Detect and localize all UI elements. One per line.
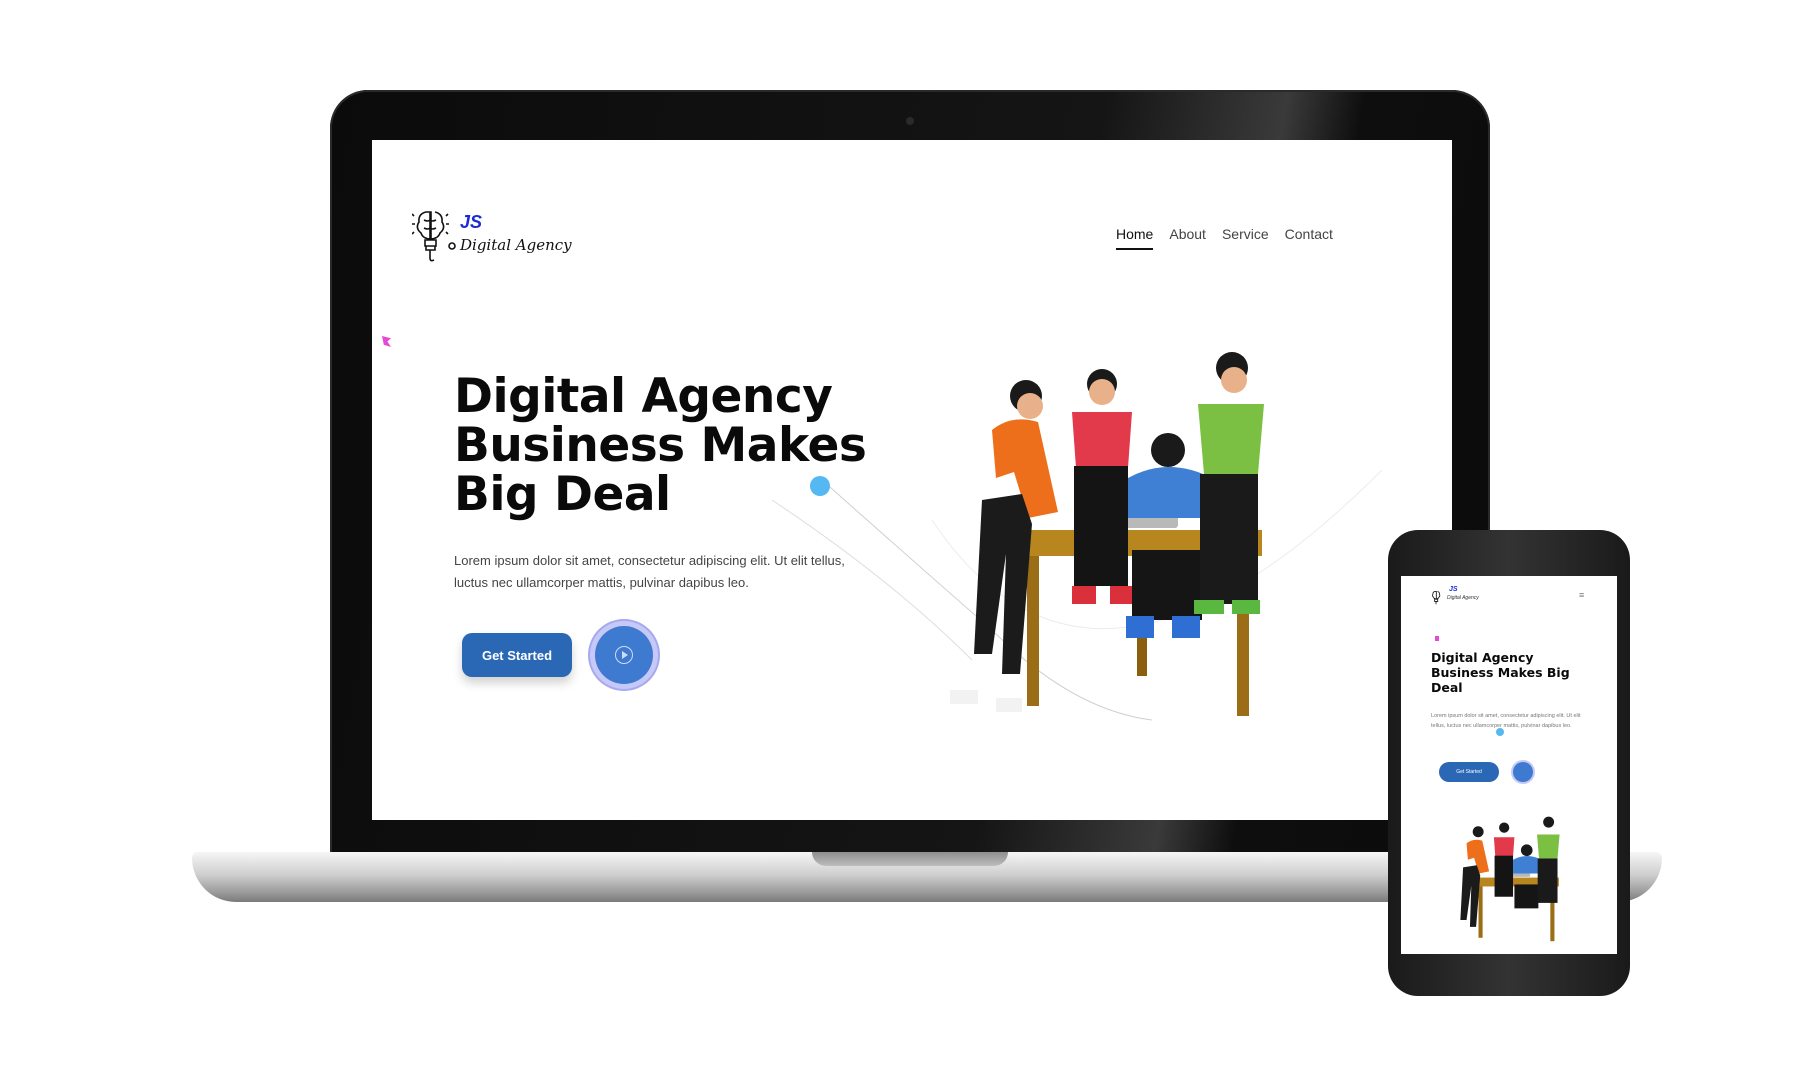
mobile-logo-name: Digital Agency: [1447, 595, 1479, 601]
laptop-screen: JS Digital Agency Home About Service Con…: [372, 140, 1452, 820]
team-illustration: [950, 352, 1264, 716]
site-logo[interactable]: JS Digital Agency: [412, 202, 572, 262]
mobile-logo-mark: JS: [1449, 586, 1458, 593]
logo-mark: JS: [460, 212, 483, 232]
mobile-logo[interactable]: JS Digital Agency: [1431, 586, 1491, 610]
laptop-camera: [906, 117, 914, 125]
nav-service[interactable]: Service: [1222, 226, 1269, 250]
mobile-hero-title: Digital Agency Business Makes Big Deal: [1431, 650, 1570, 695]
hero-text: Lorem ipsum dolor sit amet, consectetur …: [454, 553, 845, 590]
blue-dot-decoration: [1496, 728, 1504, 736]
main-nav: Home About Service Contact: [1116, 226, 1333, 250]
phone-screen: JS Digital Agency ≡ Digital Agency Busin…: [1401, 576, 1617, 954]
logo-name: Digital Agency: [460, 236, 572, 254]
mobile-hero-text: Lorem ipsum dolor sit amet, consectetur …: [1431, 713, 1581, 729]
blue-dot-decoration: [810, 476, 830, 496]
laptop-notch: [812, 852, 1008, 866]
brain-bulb-icon: [1432, 590, 1441, 605]
nav-home[interactable]: Home: [1116, 226, 1154, 250]
pink-decoration: [1435, 636, 1439, 641]
mobile-play-button[interactable]: [1513, 762, 1533, 782]
mobile-get-started-button[interactable]: Get Started: [1439, 762, 1499, 782]
hamburger-icon[interactable]: ≡: [1579, 590, 1584, 600]
brain-bulb-icon: [412, 211, 456, 262]
nav-contact[interactable]: Contact: [1285, 226, 1333, 250]
mobile-team-illustration: [1460, 816, 1560, 942]
play-icon: [615, 646, 633, 664]
nav-about[interactable]: About: [1169, 226, 1206, 250]
play-video-button[interactable]: [595, 626, 653, 684]
get-started-button[interactable]: Get Started: [462, 633, 572, 677]
hero-title: Digital Agency Business Makes Big Deal: [454, 369, 867, 522]
